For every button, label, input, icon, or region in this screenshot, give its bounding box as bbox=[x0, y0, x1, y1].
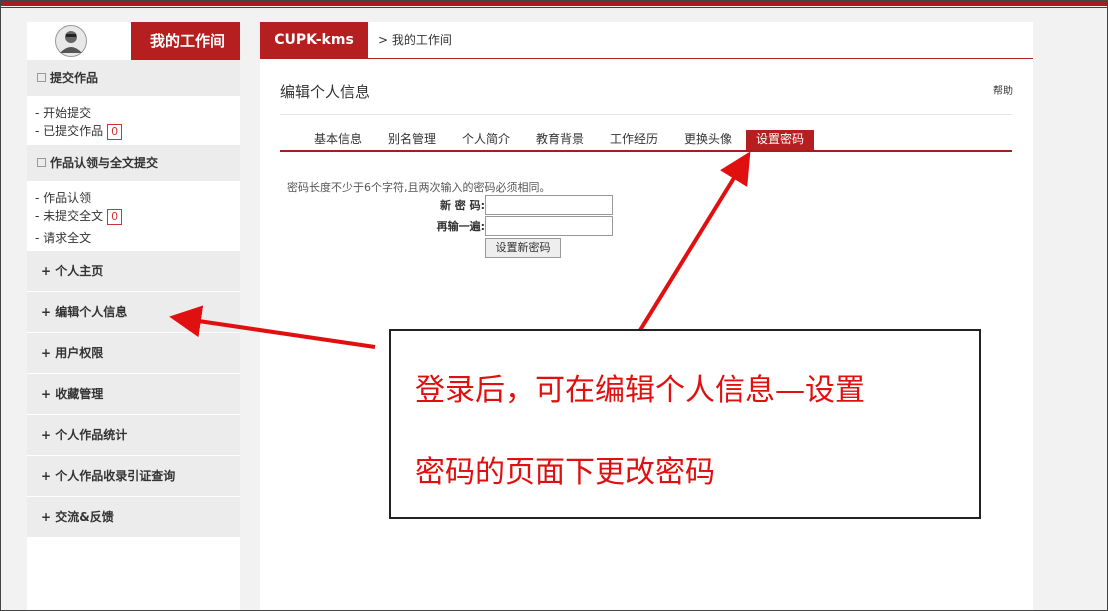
annotation-callout: 登录后，可在编辑个人信息—设置 密码的页面下更改密码 bbox=[389, 329, 981, 519]
annotation-text-line-1: 登录后，可在编辑个人信息—设置 bbox=[415, 373, 865, 408]
annotation-arrows bbox=[169, 151, 751, 350]
annotation-text-line-2: 密码的页面下更改密码 bbox=[415, 455, 715, 490]
arrow-to-password-tab bbox=[627, 151, 751, 350]
arrow-to-edit-profile bbox=[169, 305, 376, 349]
